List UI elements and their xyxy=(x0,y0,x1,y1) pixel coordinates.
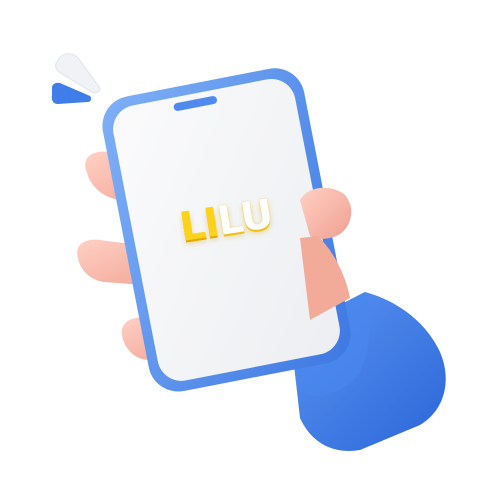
thumb xyxy=(300,187,352,320)
logo-text-white: LU xyxy=(214,191,276,245)
illustration-stage: LILU xyxy=(0,0,500,500)
hand-holding-phone-illustration xyxy=(51,53,446,451)
notification-burst-icon xyxy=(51,53,101,104)
